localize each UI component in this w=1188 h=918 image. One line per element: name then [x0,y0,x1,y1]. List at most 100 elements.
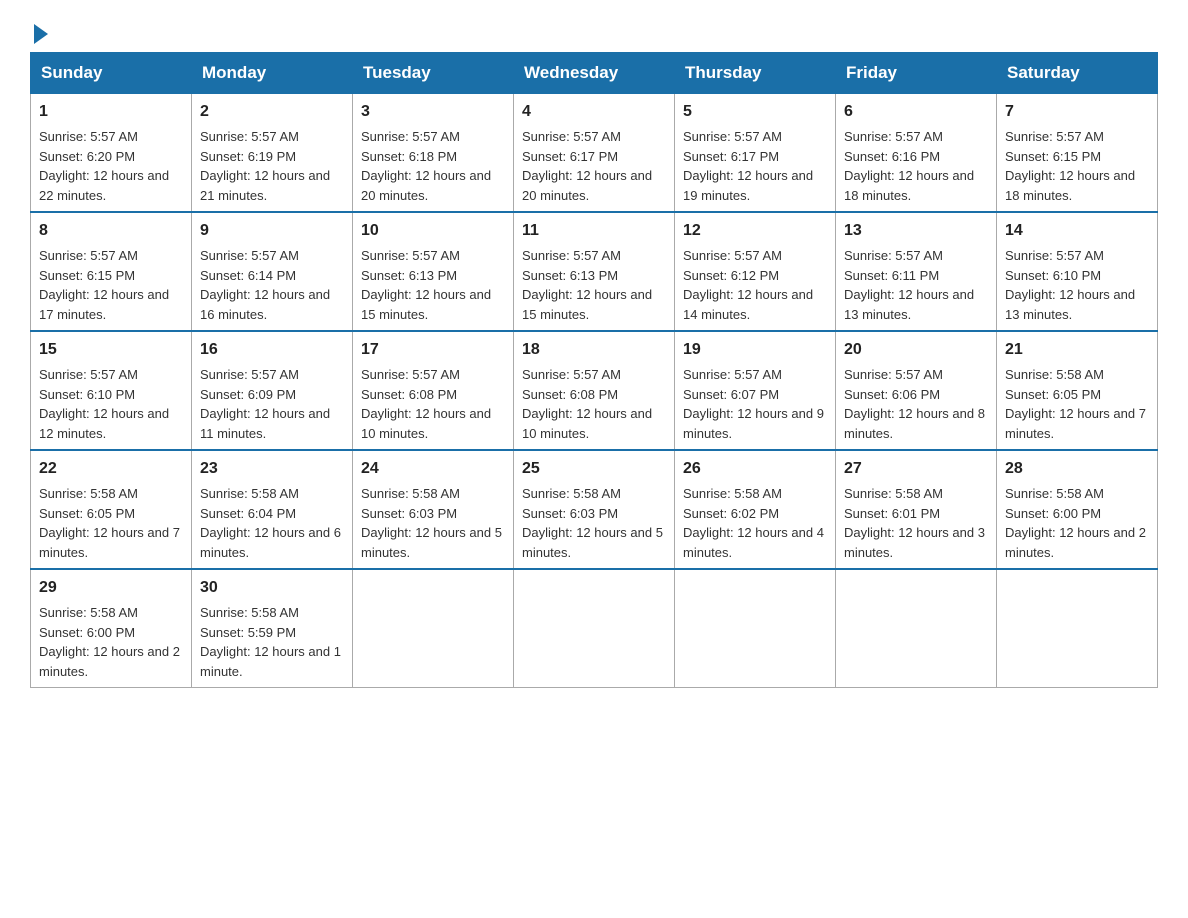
day-daylight: Daylight: 12 hours and 10 minutes. [361,406,491,441]
day-sunset: Sunset: 6:13 PM [361,268,457,283]
day-sunrise: Sunrise: 5:57 AM [844,129,943,144]
day-daylight: Daylight: 12 hours and 21 minutes. [200,168,330,203]
day-daylight: Daylight: 12 hours and 13 minutes. [1005,287,1135,322]
day-number: 16 [200,338,344,362]
day-sunrise: Sunrise: 5:58 AM [39,605,138,620]
day-number: 13 [844,219,988,243]
day-sunset: Sunset: 6:15 PM [39,268,135,283]
day-sunrise: Sunrise: 5:57 AM [361,248,460,263]
day-sunset: Sunset: 6:03 PM [522,506,618,521]
day-daylight: Daylight: 12 hours and 17 minutes. [39,287,169,322]
day-sunset: Sunset: 6:00 PM [1005,506,1101,521]
day-sunrise: Sunrise: 5:57 AM [361,129,460,144]
day-sunset: Sunset: 6:07 PM [683,387,779,402]
day-daylight: Daylight: 12 hours and 15 minutes. [361,287,491,322]
calendar-cell: 7 Sunrise: 5:57 AM Sunset: 6:15 PM Dayli… [997,94,1158,213]
weekday-header-thursday: Thursday [675,53,836,94]
weekday-header-sunday: Sunday [31,53,192,94]
day-daylight: Daylight: 12 hours and 4 minutes. [683,525,824,560]
calendar-cell: 28 Sunrise: 5:58 AM Sunset: 6:00 PM Dayl… [997,450,1158,569]
day-sunset: Sunset: 6:05 PM [39,506,135,521]
day-sunset: Sunset: 6:06 PM [844,387,940,402]
calendar-cell: 12 Sunrise: 5:57 AM Sunset: 6:12 PM Dayl… [675,212,836,331]
day-number: 1 [39,100,183,124]
calendar-cell: 16 Sunrise: 5:57 AM Sunset: 6:09 PM Dayl… [192,331,353,450]
day-sunrise: Sunrise: 5:57 AM [200,367,299,382]
day-number: 2 [200,100,344,124]
day-sunset: Sunset: 6:03 PM [361,506,457,521]
day-sunrise: Sunrise: 5:58 AM [361,486,460,501]
day-daylight: Daylight: 12 hours and 8 minutes. [844,406,985,441]
day-daylight: Daylight: 12 hours and 20 minutes. [522,168,652,203]
day-sunset: Sunset: 6:08 PM [361,387,457,402]
calendar-cell: 6 Sunrise: 5:57 AM Sunset: 6:16 PM Dayli… [836,94,997,213]
day-sunset: Sunset: 6:17 PM [522,149,618,164]
day-sunrise: Sunrise: 5:57 AM [844,248,943,263]
calendar-cell: 23 Sunrise: 5:58 AM Sunset: 6:04 PM Dayl… [192,450,353,569]
calendar-cell: 3 Sunrise: 5:57 AM Sunset: 6:18 PM Dayli… [353,94,514,213]
day-number: 6 [844,100,988,124]
day-number: 15 [39,338,183,362]
day-sunset: Sunset: 5:59 PM [200,625,296,640]
day-sunset: Sunset: 6:10 PM [39,387,135,402]
calendar-cell [836,569,997,688]
week-row-1: 1 Sunrise: 5:57 AM Sunset: 6:20 PM Dayli… [31,94,1158,213]
day-sunset: Sunset: 6:18 PM [361,149,457,164]
day-number: 19 [683,338,827,362]
day-number: 24 [361,457,505,481]
day-sunrise: Sunrise: 5:57 AM [361,367,460,382]
calendar-cell: 14 Sunrise: 5:57 AM Sunset: 6:10 PM Dayl… [997,212,1158,331]
weekday-header-tuesday: Tuesday [353,53,514,94]
day-number: 20 [844,338,988,362]
day-number: 26 [683,457,827,481]
day-sunset: Sunset: 6:05 PM [1005,387,1101,402]
day-sunrise: Sunrise: 5:57 AM [522,248,621,263]
day-sunrise: Sunrise: 5:57 AM [39,367,138,382]
day-sunrise: Sunrise: 5:58 AM [1005,486,1104,501]
day-daylight: Daylight: 12 hours and 15 minutes. [522,287,652,322]
day-daylight: Daylight: 12 hours and 7 minutes. [39,525,180,560]
day-number: 14 [1005,219,1149,243]
day-sunrise: Sunrise: 5:58 AM [1005,367,1104,382]
day-sunrise: Sunrise: 5:57 AM [200,129,299,144]
day-daylight: Daylight: 12 hours and 18 minutes. [1005,168,1135,203]
day-number: 8 [39,219,183,243]
weekday-header-friday: Friday [836,53,997,94]
weekday-header-row: SundayMondayTuesdayWednesdayThursdayFrid… [31,53,1158,94]
day-sunset: Sunset: 6:14 PM [200,268,296,283]
day-number: 9 [200,219,344,243]
day-number: 21 [1005,338,1149,362]
day-daylight: Daylight: 12 hours and 13 minutes. [844,287,974,322]
day-number: 22 [39,457,183,481]
day-daylight: Daylight: 12 hours and 5 minutes. [361,525,502,560]
day-number: 27 [844,457,988,481]
day-sunset: Sunset: 6:00 PM [39,625,135,640]
day-daylight: Daylight: 12 hours and 20 minutes. [361,168,491,203]
calendar-cell: 1 Sunrise: 5:57 AM Sunset: 6:20 PM Dayli… [31,94,192,213]
day-sunset: Sunset: 6:11 PM [844,268,939,283]
calendar-cell: 5 Sunrise: 5:57 AM Sunset: 6:17 PM Dayli… [675,94,836,213]
day-number: 28 [1005,457,1149,481]
day-sunrise: Sunrise: 5:57 AM [39,248,138,263]
calendar-cell [675,569,836,688]
week-row-5: 29 Sunrise: 5:58 AM Sunset: 6:00 PM Dayl… [31,569,1158,688]
week-row-3: 15 Sunrise: 5:57 AM Sunset: 6:10 PM Dayl… [31,331,1158,450]
page-header [30,20,1158,42]
day-sunrise: Sunrise: 5:57 AM [844,367,943,382]
day-sunset: Sunset: 6:12 PM [683,268,779,283]
day-sunset: Sunset: 6:16 PM [844,149,940,164]
calendar-cell: 18 Sunrise: 5:57 AM Sunset: 6:08 PM Dayl… [514,331,675,450]
day-sunset: Sunset: 6:19 PM [200,149,296,164]
day-daylight: Daylight: 12 hours and 22 minutes. [39,168,169,203]
calendar-cell: 10 Sunrise: 5:57 AM Sunset: 6:13 PM Dayl… [353,212,514,331]
day-sunrise: Sunrise: 5:57 AM [1005,129,1104,144]
day-number: 17 [361,338,505,362]
day-daylight: Daylight: 12 hours and 10 minutes. [522,406,652,441]
day-sunrise: Sunrise: 5:57 AM [683,367,782,382]
day-daylight: Daylight: 12 hours and 2 minutes. [1005,525,1146,560]
day-sunset: Sunset: 6:17 PM [683,149,779,164]
day-number: 30 [200,576,344,600]
day-sunrise: Sunrise: 5:57 AM [683,129,782,144]
day-number: 5 [683,100,827,124]
day-daylight: Daylight: 12 hours and 7 minutes. [1005,406,1146,441]
